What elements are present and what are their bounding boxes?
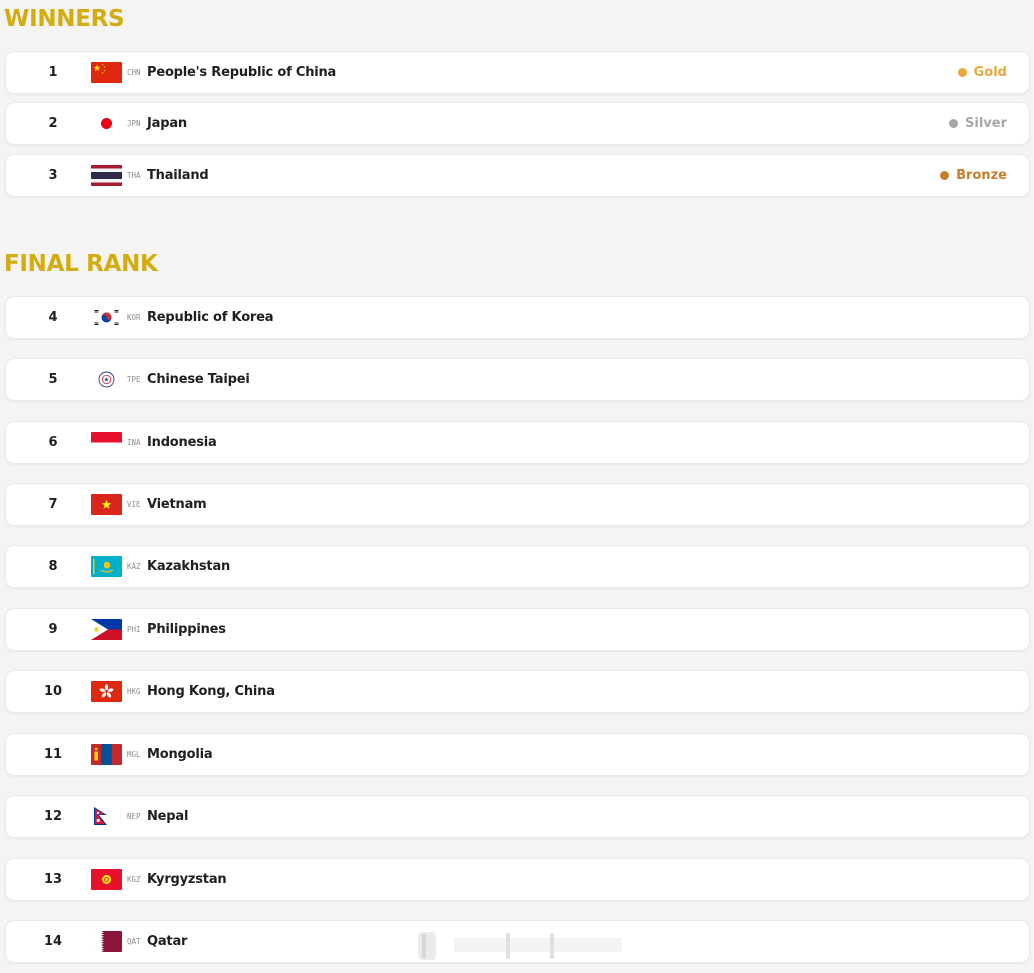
rank: 1 [48, 65, 58, 80]
flag-indonesia-icon [91, 432, 122, 453]
medal-label: Silver [965, 116, 1007, 131]
rank: 12 [43, 809, 63, 824]
medal-badge: Gold [957, 52, 1007, 93]
rank: 11 [43, 747, 63, 762]
country-code: KOR [127, 313, 141, 322]
country-name[interactable]: Indonesia [147, 422, 217, 463]
country-code: THA [127, 171, 141, 180]
bronze-medal-dot-icon [940, 171, 950, 180]
winner-row-2[interactable]: 2 JPN Japan Silver [5, 102, 1030, 145]
country-name[interactable]: Thailand [147, 155, 209, 196]
faded-bars-graphic [418, 932, 622, 960]
rank: 6 [48, 435, 58, 450]
country-code: PHI [127, 625, 141, 634]
country-name[interactable]: Vietnam [147, 484, 207, 525]
country-code: KAZ [127, 562, 141, 571]
flag-china-icon [91, 62, 122, 83]
rank: 14 [43, 934, 63, 949]
gold-medal-dot-icon [957, 68, 967, 77]
flag-mongolia-icon [91, 744, 122, 765]
winners-heading: WINNERS [4, 6, 125, 32]
country-code: KGZ [127, 875, 141, 884]
country-name[interactable]: People's Republic of China [147, 52, 336, 93]
country-name[interactable]: Kazakhstan [147, 546, 230, 587]
rank-row-7[interactable]: 7 VIE Vietnam [5, 483, 1030, 526]
rank: 2 [48, 116, 58, 131]
country-name[interactable]: Mongolia [147, 734, 213, 775]
country-name[interactable]: Japan [147, 103, 187, 144]
rank: 10 [43, 684, 63, 699]
flag-philippines-icon [91, 619, 122, 640]
rank: 9 [48, 622, 58, 637]
rank-row-10[interactable]: 10 HKG Hong Kong, China [5, 670, 1030, 713]
country-name[interactable]: Chinese Taipei [147, 359, 250, 400]
flag-chinese-taipei-icon [91, 369, 122, 390]
rank: 4 [48, 310, 58, 325]
flag-hong-kong-icon [91, 681, 122, 702]
rank: 3 [48, 168, 58, 183]
flag-nepal-icon [91, 806, 122, 827]
country-code: QAT [127, 937, 141, 946]
country-name[interactable]: Kyrgyzstan [147, 859, 227, 900]
flag-korea-icon [91, 307, 122, 328]
country-code: INA [127, 438, 141, 447]
rank-row-12[interactable]: 12 NEP Nepal [5, 795, 1030, 838]
country-code: HKG [127, 687, 141, 696]
rank: 8 [48, 559, 58, 574]
flag-qatar-icon [91, 931, 122, 952]
country-code: JPN [127, 119, 141, 128]
silver-medal-dot-icon [949, 119, 959, 128]
flag-vietnam-icon [91, 494, 122, 515]
country-code: CHN [127, 68, 141, 77]
country-code: NEP [127, 812, 141, 821]
rank: 7 [48, 497, 58, 512]
country-code: TPE [127, 375, 141, 384]
flag-kyrgyzstan-icon [91, 869, 122, 890]
rank: 5 [48, 372, 58, 387]
rank-row-9[interactable]: 9 PHI Philippines [5, 608, 1030, 651]
rank-row-13[interactable]: 13 KGZ Kyrgyzstan [5, 858, 1030, 901]
country-code: MGL [127, 750, 141, 759]
medal-badge: Bronze [940, 155, 1007, 196]
winner-row-1[interactable]: 1 CHN People's Republic of China Gold [5, 51, 1030, 94]
country-name[interactable]: Qatar [147, 921, 187, 962]
rank-row-5[interactable]: 5 TPE Chinese Taipei [5, 358, 1030, 401]
country-name[interactable]: Nepal [147, 796, 188, 837]
winner-row-3[interactable]: 3 THA Thailand Bronze [5, 154, 1030, 197]
rank: 13 [43, 872, 63, 887]
rank-row-6[interactable]: 6 INA Indonesia [5, 421, 1030, 464]
flag-kazakhstan-icon [91, 556, 122, 577]
flag-japan-icon [91, 113, 122, 134]
rank-row-8[interactable]: 8 KAZ Kazakhstan [5, 545, 1030, 588]
country-code: VIE [127, 500, 141, 509]
final-rank-heading: FINAL RANK [4, 251, 158, 277]
rank-row-11[interactable]: 11 MGL Mongolia [5, 733, 1030, 776]
country-name[interactable]: Hong Kong, China [147, 671, 275, 712]
flag-thailand-icon [91, 165, 122, 186]
medal-badge: Silver [949, 103, 1007, 144]
medal-label: Gold [973, 65, 1007, 80]
medal-label: Bronze [956, 168, 1007, 183]
country-name[interactable]: Republic of Korea [147, 297, 274, 338]
rank-row-4[interactable]: 4 KOR Republic of Korea [5, 296, 1030, 339]
country-name[interactable]: Philippines [147, 609, 226, 650]
